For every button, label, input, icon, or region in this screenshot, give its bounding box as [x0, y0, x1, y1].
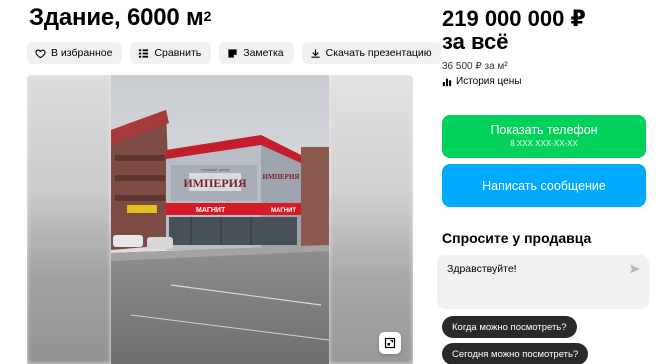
store-sign-text: МАГНИТ: [196, 207, 226, 214]
building-illustration: торговый центр ИМПЕРИЯ ИМПЕРИЯ МАГНИТ МА…: [111, 75, 329, 364]
send-icon[interactable]: [629, 263, 641, 275]
price-history-label: История цены: [456, 76, 522, 87]
quick-question-label: Когда можно посмотреть?: [452, 321, 567, 333]
gallery-blur-left: [27, 75, 111, 364]
ask-message-text: Здравствуйте!: [447, 263, 517, 275]
quick-question-chip[interactable]: Когда можно посмотреть?: [442, 316, 577, 338]
building-photo[interactable]: торговый центр ИМПЕРИЯ ИМПЕРИЯ МАГНИТ МА…: [111, 75, 329, 364]
fullscreen-icon: [384, 337, 396, 349]
download-icon: [311, 48, 320, 58]
quick-question-label: Сегодня можно посмотреть?: [452, 348, 579, 360]
heart-icon: [35, 49, 46, 58]
favorite-label: В избранное: [51, 47, 113, 59]
compare-icon: [139, 48, 149, 58]
sign-side-text: ИМПЕРИЯ: [263, 173, 300, 181]
listing-title: Здание, 6000 м2: [29, 4, 211, 32]
note-icon: [228, 48, 237, 58]
phone-masked: 8 XXX XXX-XX-XX: [510, 139, 578, 148]
note-button[interactable]: Заметка: [219, 42, 294, 64]
store-sign-side-text: МАГНИТ: [271, 208, 296, 214]
price-history-link[interactable]: История цены: [442, 76, 521, 87]
note-label: Заметка: [243, 47, 284, 59]
photo-gallery[interactable]: торговый центр ИМПЕРИЯ ИМПЕРИЯ МАГНИТ МА…: [27, 75, 413, 364]
show-phone-label: Показать телефон: [490, 123, 598, 137]
ask-seller-title: Спросите у продавца: [442, 230, 592, 246]
compare-button[interactable]: Сравнить: [130, 42, 212, 64]
write-message-button[interactable]: Написать сообщение: [442, 164, 646, 207]
listing-toolbar: В избранное Сравнить Заметка Скачать пре…: [27, 42, 442, 64]
price-per-m2: 36 500 ₽ за м²: [442, 61, 508, 72]
favorite-button[interactable]: В избранное: [27, 42, 123, 64]
price-qualifier: за всё: [442, 29, 509, 54]
sign-main-text: ИМПЕРИЯ: [183, 176, 247, 190]
listing-title-sup: 2: [203, 8, 212, 24]
quick-question-chip[interactable]: Сегодня можно посмотреть?: [442, 343, 589, 364]
download-presentation-button[interactable]: Скачать презентацию: [301, 42, 442, 64]
chart-icon: [442, 78, 452, 86]
sign-small-text: торговый центр: [201, 167, 231, 172]
download-label: Скачать презентацию: [325, 47, 432, 59]
ask-message-input[interactable]: Здравствуйте!: [437, 255, 649, 309]
gallery-blur-right: [329, 75, 413, 364]
write-message-label: Написать сообщение: [482, 178, 606, 193]
listing-title-text: Здание, 6000 м: [29, 4, 204, 31]
fullscreen-button[interactable]: [379, 332, 401, 354]
show-phone-button[interactable]: Показать телефон 8 XXX XXX-XX-XX: [442, 115, 646, 158]
compare-label: Сравнить: [154, 47, 202, 59]
